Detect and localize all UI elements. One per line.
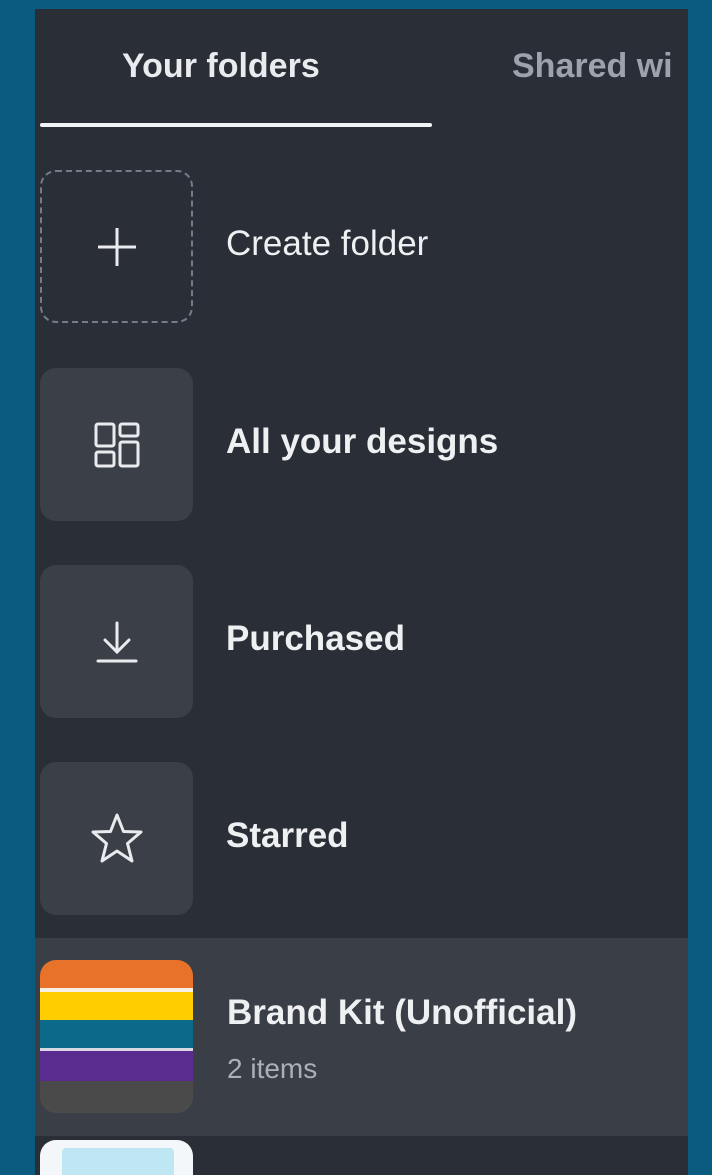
star-icon <box>89 811 145 867</box>
active-tab-indicator <box>40 123 432 127</box>
color-swatch-orange <box>40 960 193 988</box>
starred-tile[interactable] <box>40 762 193 915</box>
tab-shared-with-you[interactable]: Shared wi <box>512 47 673 86</box>
tab-your-folders[interactable]: Your folders <box>122 47 320 86</box>
create-folder-item[interactable]: Create folder <box>35 170 688 326</box>
next-folder-preview <box>62 1148 174 1175</box>
starred-label: Starred <box>226 816 349 855</box>
folder-tabs: Your folders Shared wi <box>35 9 688 129</box>
starred-item[interactable]: Starred <box>35 762 688 918</box>
folders-panel: Your folders Shared wi Create folder All… <box>35 9 688 1175</box>
brand-kit-title: Brand Kit (Unofficial) <box>227 993 577 1032</box>
download-icon <box>93 618 141 666</box>
plus-icon <box>95 225 139 269</box>
create-folder-tile[interactable] <box>40 170 193 323</box>
all-designs-item[interactable]: All your designs <box>35 368 688 524</box>
color-swatch-teal <box>40 1020 193 1048</box>
color-swatch-purple <box>40 1051 193 1081</box>
brand-kit-item-count: 2 items <box>227 1053 318 1084</box>
create-folder-label: Create folder <box>226 224 429 263</box>
grid-icon <box>93 421 141 469</box>
color-swatch-yellow <box>40 992 193 1020</box>
brand-kit-thumbnail <box>40 960 193 1113</box>
purchased-label: Purchased <box>226 619 405 658</box>
next-folder-thumbnail[interactable] <box>40 1140 193 1175</box>
purchased-tile[interactable] <box>40 565 193 718</box>
purchased-item[interactable]: Purchased <box>35 565 688 721</box>
all-designs-label: All your designs <box>226 422 499 461</box>
color-swatch-gray <box>40 1081 193 1113</box>
brand-kit-folder[interactable]: Brand Kit (Unofficial) 2 items <box>35 938 688 1136</box>
all-designs-tile[interactable] <box>40 368 193 521</box>
